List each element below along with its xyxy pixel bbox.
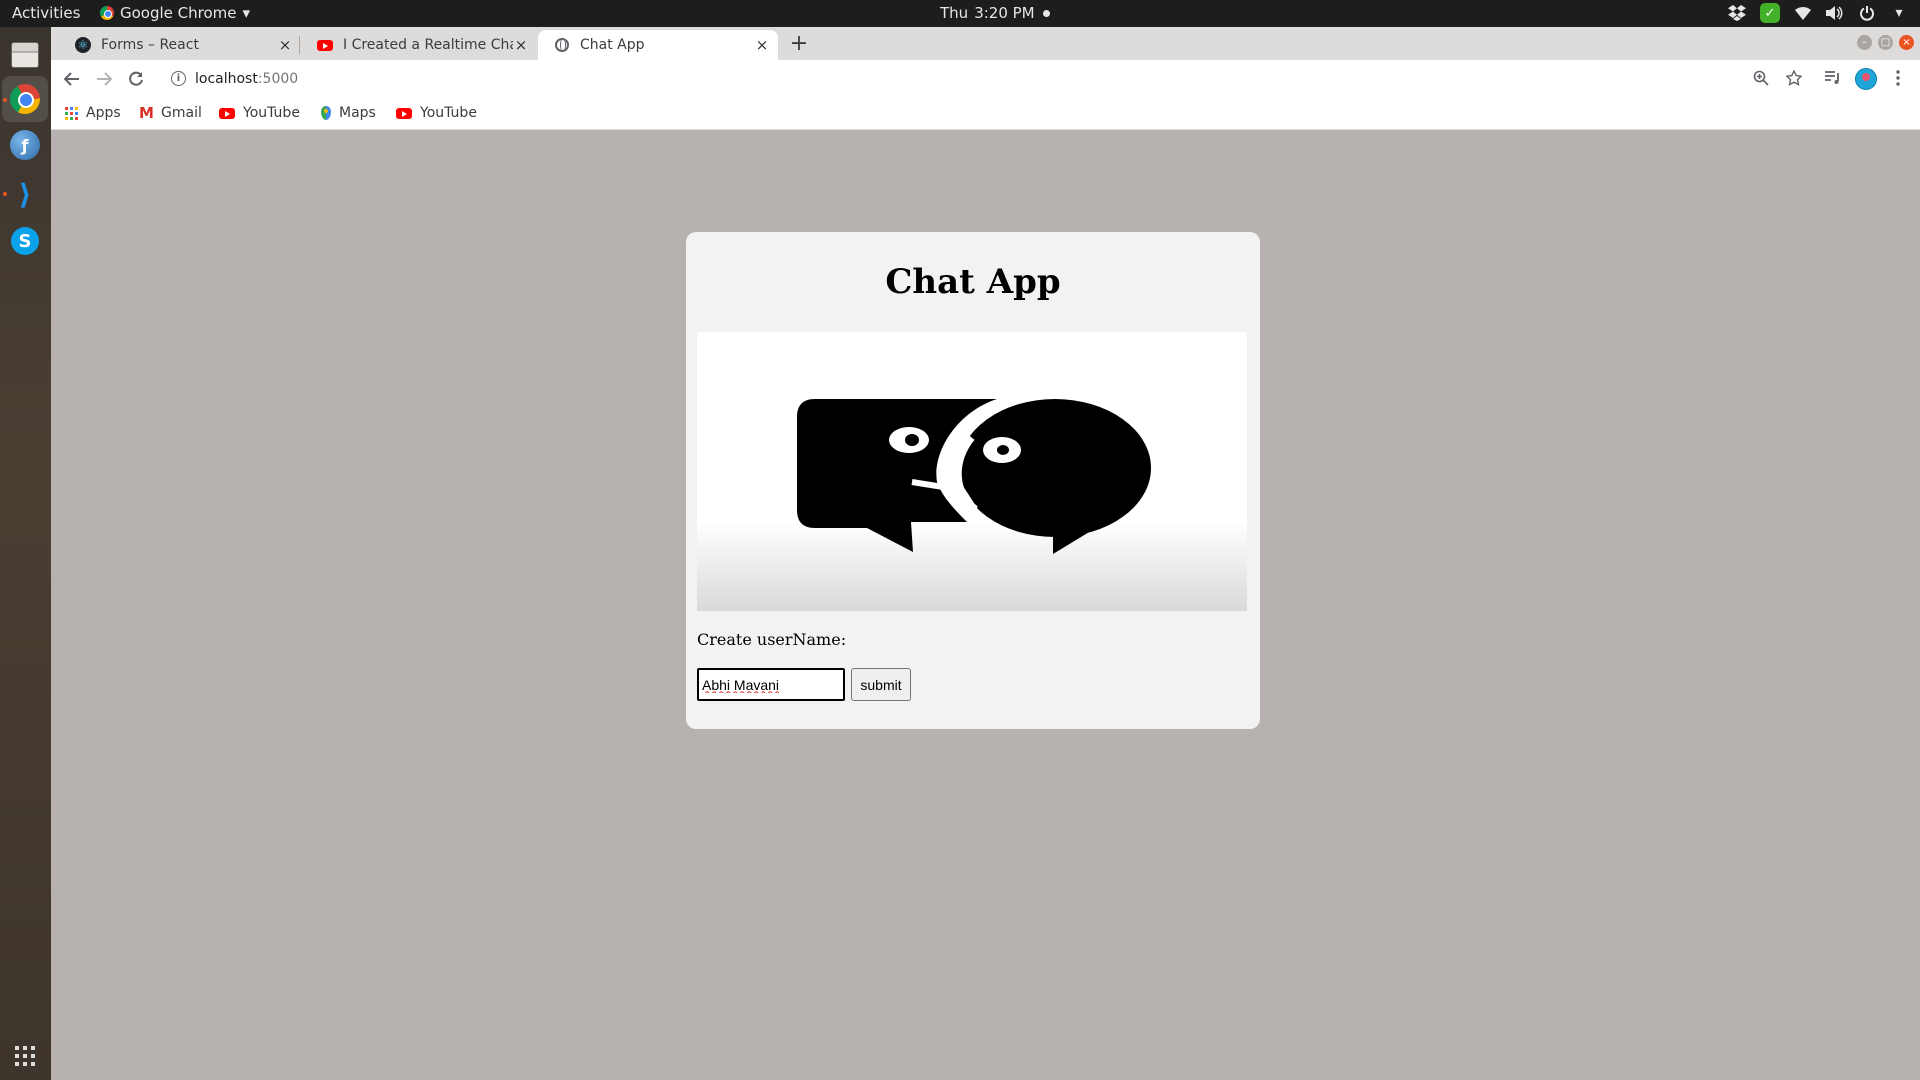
wifi-icon[interactable] <box>1794 4 1812 22</box>
window-controls: – □ × <box>1857 35 1914 50</box>
tab-title: Chat App <box>580 37 645 53</box>
site-info-icon[interactable]: i <box>171 71 186 86</box>
chevron-down-icon[interactable]: ▾ <box>1890 4 1908 22</box>
chevron-down-icon: ▾ <box>242 4 251 22</box>
volume-icon[interactable] <box>1826 4 1844 22</box>
bookmark-label: YouTube <box>243 105 300 121</box>
bookmark-label: YouTube <box>420 105 477 121</box>
skype-icon: S <box>11 227 39 255</box>
login-card: Chat App Create userName: submit <box>686 232 1260 729</box>
running-indicator-icon <box>3 192 7 196</box>
tab-realtime-chat[interactable]: I Created a Realtime Chat × <box>301 30 537 60</box>
app-menu-label: Google Chrome <box>120 4 237 22</box>
tab-separator <box>299 36 300 54</box>
url-port: :5000 <box>257 70 299 87</box>
dropbox-icon[interactable] <box>1728 4 1746 22</box>
bookmark-maps[interactable]: Maps <box>321 103 376 123</box>
forward-button[interactable] <box>91 66 117 92</box>
chrome-app-icon[interactable] <box>2 76 48 122</box>
gmail-icon: M <box>139 104 154 122</box>
tab-title: Forms – React <box>101 37 199 53</box>
files-app-icon[interactable] <box>7 37 43 73</box>
clock-time: 3:20 PM <box>974 4 1035 22</box>
apps-grid-icon <box>15 1046 35 1066</box>
ubuntu-dock: ƒ ⟩ S <box>0 27 51 1080</box>
chrome-icon <box>10 84 40 114</box>
page-viewport: Chat App Create userName: submit <box>51 131 1920 1080</box>
system-tray: ✓ ▾ <box>1728 3 1908 23</box>
close-icon[interactable]: × <box>277 37 293 53</box>
username-input[interactable] <box>697 668 845 701</box>
youtube-icon <box>317 37 333 53</box>
app-menu[interactable]: Google Chrome ▾ <box>100 4 250 22</box>
notification-dot-icon <box>1042 9 1050 17</box>
apps-grid-icon <box>65 106 78 120</box>
clock-day: Thu <box>940 4 969 22</box>
vscode-app-icon[interactable]: ⟩ <box>7 176 43 212</box>
close-icon[interactable]: × <box>513 37 529 53</box>
bookmark-star-icon[interactable] <box>1784 68 1804 88</box>
tab-forms-react[interactable]: ⚛ Forms – React × <box>59 30 301 60</box>
page-title: Chat App <box>885 262 1061 302</box>
bookmark-label: Apps <box>86 105 121 121</box>
files-icon <box>11 42 39 68</box>
reload-button[interactable] <box>123 66 149 92</box>
bookmark-label: Gmail <box>161 105 202 121</box>
tab-title: I Created a Realtime Chat <box>343 37 513 53</box>
avatar-icon <box>1855 68 1877 90</box>
vscode-icon: ⟩ <box>18 177 32 211</box>
chat-hero-image <box>697 332 1247 611</box>
bookmark-apps[interactable]: Apps <box>65 103 121 123</box>
filezilla-app-icon[interactable]: ƒ <box>7 127 43 163</box>
zoom-icon[interactable] <box>1751 68 1771 88</box>
maps-icon <box>321 106 331 120</box>
react-icon: ⚛ <box>75 37 91 53</box>
tab-chat-app[interactable]: Chat App × <box>538 30 778 60</box>
activities-button[interactable]: Activities <box>12 4 80 22</box>
tab-strip: ⚛ Forms – React × I Created a Realtime C… <box>51 27 1920 60</box>
bookmark-label: Maps <box>339 105 376 121</box>
show-applications-button[interactable] <box>7 1038 43 1074</box>
profile-avatar[interactable] <box>1854 67 1878 91</box>
globe-icon <box>554 37 570 53</box>
power-icon[interactable] <box>1858 4 1876 22</box>
youtube-icon <box>219 107 235 119</box>
bookmark-youtube[interactable]: YouTube <box>219 103 300 123</box>
submit-button[interactable]: submit <box>851 668 911 701</box>
bookmarks-bar: Apps M Gmail YouTube Maps YouTube <box>51 97 1920 130</box>
close-window-icon[interactable]: × <box>1899 35 1914 50</box>
forward-arrow-icon <box>97 72 112 86</box>
youtube-icon <box>396 107 412 119</box>
skype-app-icon[interactable]: S <box>7 223 43 259</box>
back-button[interactable] <box>59 66 85 92</box>
media-controls-icon[interactable] <box>1823 68 1843 88</box>
bookmark-youtube[interactable]: YouTube <box>396 103 477 123</box>
chrome-icon <box>100 6 114 20</box>
minimize-icon[interactable]: – <box>1857 35 1872 50</box>
checkmark-icon[interactable]: ✓ <box>1760 3 1780 23</box>
address-bar[interactable]: i localhost:5000 <box>159 64 1841 93</box>
url-host: localhost <box>195 70 258 87</box>
close-icon[interactable]: × <box>754 37 770 53</box>
system-top-bar: Activities Google Chrome ▾ Thu 3:20 PM ✓… <box>0 0 1920 27</box>
clock[interactable]: Thu 3:20 PM <box>940 4 1050 22</box>
new-tab-button[interactable]: + <box>787 32 811 56</box>
username-label: Create userName: <box>697 630 847 649</box>
chat-bubbles-icon <box>797 399 1151 554</box>
reload-icon <box>129 71 143 86</box>
back-arrow-icon <box>64 72 79 86</box>
maximize-icon[interactable]: □ <box>1878 35 1893 50</box>
running-indicator-icon <box>3 98 7 102</box>
kebab-menu-icon[interactable] <box>1888 68 1908 88</box>
filezilla-icon: ƒ <box>10 130 40 160</box>
browser-toolbar: i localhost:5000 <box>51 60 1920 97</box>
bookmark-gmail[interactable]: M Gmail <box>139 103 202 123</box>
